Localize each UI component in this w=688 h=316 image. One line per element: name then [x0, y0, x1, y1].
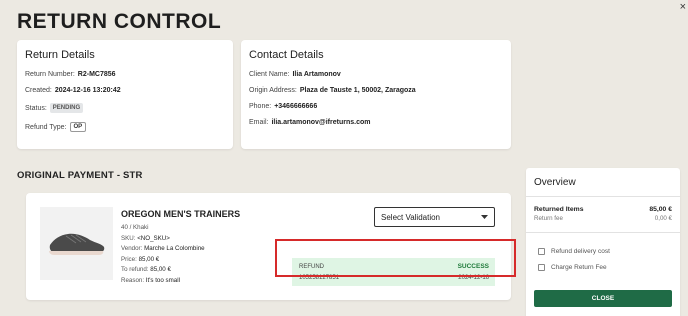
reason-value: It's too small	[145, 276, 180, 284]
return-details-title: Return Details	[25, 49, 95, 61]
returned-items-value: 85,00 €	[649, 206, 672, 213]
contact-details-card: Contact Details Client Name: Ilia Artamo…	[241, 40, 511, 149]
client-name-value: Ilia Artamonov	[292, 71, 341, 78]
returned-items-row: Returned Items 85,00 €	[526, 206, 680, 213]
refund-delivery-cost-option[interactable]: Refund delivery cost	[526, 248, 680, 255]
refund-type-row: Refund Type: OP	[25, 122, 225, 132]
charge-return-fee-checkbox[interactable]	[538, 264, 545, 271]
refund-type-badge: OP	[69, 122, 87, 132]
overview-panel: Overview Returned Items 85,00 € Return f…	[526, 168, 680, 316]
reason-label: Reason:	[121, 276, 145, 284]
close-icon[interactable]: ×	[680, 1, 686, 13]
contact-details-title: Contact Details	[249, 49, 324, 61]
price-value: 85,00 €	[138, 255, 160, 263]
return-number-label: Return Number:	[25, 71, 75, 78]
email-row: Email: ilia.artamonov@ifreturns.com	[249, 119, 503, 126]
to-refund-label: To refund:	[121, 266, 149, 273]
origin-address-row: Origin Address: Plaza de Tauste 1, 50002…	[249, 87, 503, 94]
client-name-label: Client Name:	[249, 71, 290, 78]
return-fee-label: Return fee	[534, 215, 563, 222]
client-name-row: Client Name: Ilia Artamonov	[249, 71, 503, 78]
phone-value: +3466666666	[274, 103, 318, 110]
price-label: Price:	[121, 255, 137, 263]
origin-address-label: Origin Address:	[249, 87, 297, 94]
select-validation-dropdown[interactable]: Select Validation	[374, 207, 495, 227]
return-fee-value: 0,00 €	[654, 215, 672, 222]
vendor-value: Marche La Colombine	[144, 245, 205, 252]
refund-delivery-cost-label: Refund delivery cost	[551, 248, 610, 255]
product-vendor-row: Vendor: Marche La Colombine	[121, 245, 205, 252]
origin-address-value: Plaza de Tauste 1, 50002, Zaragoza	[299, 87, 416, 94]
product-name: OREGON MEN'S TRAINERS	[121, 209, 241, 219]
refund-type-label: Refund Type:	[25, 123, 67, 131]
original-payment-title: ORIGINAL PAYMENT - STR	[17, 170, 143, 181]
status-badge: PENDING	[49, 103, 84, 113]
sku-label: SKU:	[121, 234, 136, 242]
close-button[interactable]: CLOSE	[534, 290, 672, 307]
returned-items-label: Returned Items	[534, 206, 584, 213]
email-value: ilia.artamonov@ifreturns.com	[271, 119, 371, 126]
select-validation-value: Select Validation	[381, 212, 440, 222]
highlight-frame	[275, 239, 516, 277]
to-refund-value: 85,00 €	[150, 266, 171, 273]
return-fee-row: Return fee 0,00 €	[526, 215, 680, 233]
product-price-row: Price: 85,00 €	[121, 256, 205, 263]
product-variant: 40 / Khaki	[121, 224, 149, 231]
product-image	[40, 207, 113, 280]
status-label: Status:	[25, 104, 47, 112]
email-label: Email:	[249, 119, 269, 126]
created-row: Created: 2024-12-16 13:20:42	[25, 87, 225, 94]
return-number-row: Return Number: R2-MC7856	[25, 71, 225, 78]
created-label: Created:	[25, 87, 52, 94]
page-title: RETURN CONTROL	[17, 10, 222, 33]
product-details: 40 / Khaki SKU: <NO_SKU> Vendor: Marche …	[121, 224, 205, 287]
created-value: 2024-12-16 13:20:42	[54, 87, 121, 94]
status-row: Status: PENDING	[25, 103, 225, 113]
phone-row: Phone: +3466666666	[249, 103, 503, 110]
phone-label: Phone:	[249, 103, 272, 110]
product-reason-row: Reason: It's too small	[121, 277, 205, 284]
return-details-card: Return Details Return Number: R2-MC7856 …	[17, 40, 233, 149]
charge-return-fee-option[interactable]: Charge Return Fee	[526, 264, 680, 271]
overview-title: Overview	[526, 168, 680, 197]
chevron-down-icon	[481, 214, 488, 219]
return-number-value: R2-MC7856	[77, 71, 116, 78]
shoe-icon	[48, 233, 104, 255]
product-to-refund-row: To refund: 85,00 €	[121, 266, 205, 273]
refund-delivery-cost-checkbox[interactable]	[538, 248, 545, 255]
vendor-label: Vendor:	[121, 245, 143, 252]
product-sku-row: SKU: <NO_SKU>	[121, 235, 205, 242]
sku-value: <NO_SKU>	[137, 234, 170, 242]
charge-return-fee-label: Charge Return Fee	[551, 264, 607, 271]
